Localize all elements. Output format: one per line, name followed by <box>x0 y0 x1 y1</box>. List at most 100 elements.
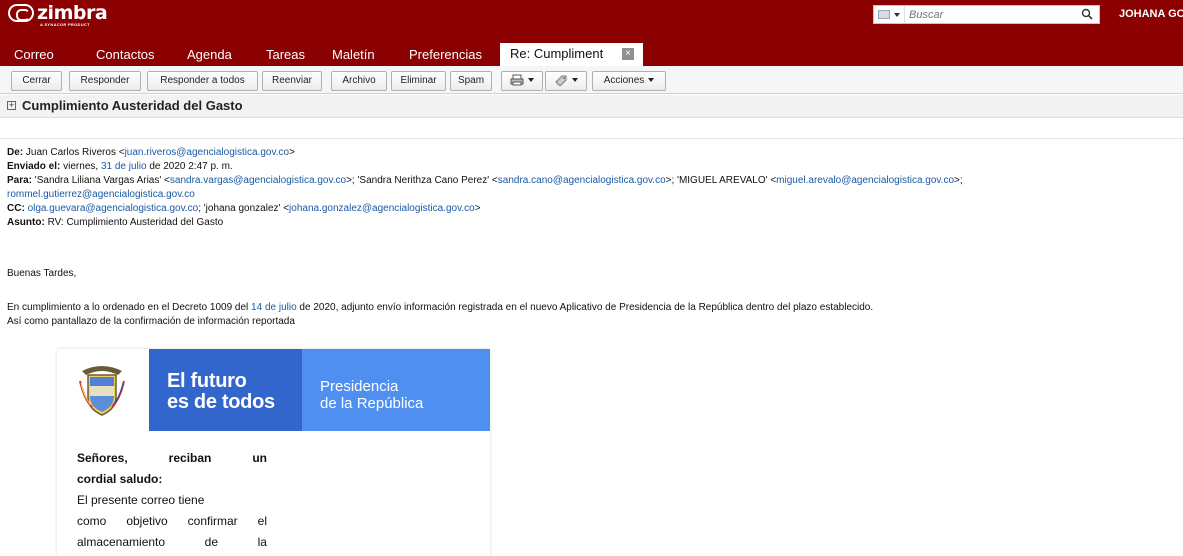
emb-word: de <box>204 535 219 549</box>
to-3-close: >; <box>954 175 963 186</box>
actions-button[interactable]: Acciones <box>592 71 666 91</box>
close-icon[interactable]: × <box>622 48 634 60</box>
emb-word: Señores, <box>77 451 128 465</box>
banner-slogan: El futuro es de todos <box>149 349 302 431</box>
sent-pre: viernes, <box>63 161 99 172</box>
to-1-email-link[interactable]: sandra.vargas@agencialogistica.gov.co <box>170 175 346 186</box>
print-button[interactable] <box>501 71 543 91</box>
emb-word: como <box>77 514 107 528</box>
banner-crest-area <box>57 349 149 431</box>
to-2-email-link[interactable]: sandra.cano@agencialogistica.gov.co <box>498 175 666 186</box>
tab-preferencias[interactable]: Preferencias <box>409 44 482 66</box>
tab-agenda[interactable]: Agenda <box>187 44 232 66</box>
tab-message[interactable]: Re: Cumpliment × <box>500 43 643 66</box>
reply-all-button[interactable]: Responder a todos <box>147 71 258 91</box>
emb-word: reciban <box>168 451 212 465</box>
close-button[interactable]: Cerrar <box>11 71 62 91</box>
emb-word: objetivo <box>126 514 168 528</box>
tag-icon <box>555 75 567 88</box>
chevron-down-icon <box>894 12 900 17</box>
from-email-link[interactable]: juan.riveros@agencialogistica.gov.co <box>125 147 290 158</box>
banner-presidency: Presidencia de la República <box>302 349 490 431</box>
chevron-down-icon <box>648 78 655 83</box>
emb-line-4: como objetivo confirmar el <box>77 511 267 532</box>
user-name[interactable]: JOHANA GO <box>1119 8 1183 20</box>
logo-text: zimbra <box>37 2 108 24</box>
chevron-down-icon <box>572 78 578 83</box>
to-label: Para: <box>7 175 33 186</box>
p1-pre: En cumplimiento a lo ordenado en el Decr… <box>7 302 249 313</box>
body-greeting: Buenas Tardes, <box>7 268 77 279</box>
tag-button[interactable] <box>545 71 587 91</box>
to-1-name: 'Sandra Liliana Vargas Arias' < <box>34 175 170 186</box>
header-to: Para: 'Sandra Liliana Vargas Arias' <san… <box>7 174 963 187</box>
sent-date-link[interactable]: 31 de julio <box>101 161 147 172</box>
slogan-line-1: El futuro <box>167 370 247 392</box>
emb-word: confirmar <box>187 514 238 528</box>
from-name: Juan Carlos Riveros < <box>25 147 125 158</box>
header-to-cont: rommel.gutierrez@agencialogistica.gov.co <box>7 188 195 201</box>
reply-button[interactable]: Responder <box>69 71 141 91</box>
presidency-line-1: Presidencia <box>320 378 399 395</box>
header-from: De: Juan Carlos Riveros <juan.riveros@ag… <box>7 146 295 159</box>
zimbra-logo[interactable]: zimbra A SYNACOR PRODUCT <box>8 2 108 27</box>
logo-subtitle: A SYNACOR PRODUCT <box>40 22 90 27</box>
from-label: De: <box>7 147 24 158</box>
to-2-name: >; 'Sandra Nerithza Cano Perez' < <box>346 175 498 186</box>
search-icon[interactable] <box>1081 8 1093 20</box>
emb-line-2: cordial saludo: <box>77 472 163 486</box>
header-cc: CC: olga.guevara@agencialogistica.gov.co… <box>7 202 481 215</box>
from-close: > <box>289 147 295 158</box>
cc-2-name: ; 'johana gonzalez' < <box>198 203 290 214</box>
chevron-down-icon <box>528 78 534 83</box>
p1-post: de 2020, adjunto envío información regis… <box>299 302 874 313</box>
emb-word: almacenamiento <box>77 535 166 549</box>
body-paragraph-2: Así como pantallazo de la confirmación d… <box>7 316 295 327</box>
delete-button[interactable]: Eliminar <box>391 71 446 91</box>
emb-line-1: Señores, reciban un <box>77 448 267 469</box>
search-input[interactable] <box>905 8 1065 21</box>
presidency-text: Presidencia de la República <box>320 378 423 412</box>
banner-slogan-text: El futuro es de todos <box>167 371 275 413</box>
tab-correo[interactable]: Correo <box>14 44 54 66</box>
spam-button[interactable]: Spam <box>450 71 492 91</box>
header-subject: Asunto: RV: Cumplimiento Austeridad del … <box>7 216 223 229</box>
emb-line-3: El presente correo tiene <box>77 493 205 507</box>
cc-2-email-link[interactable]: johana.gonzalez@agencialogistica.gov.co <box>289 203 475 214</box>
subject-value: RV: Cumplimiento Austeridad del Gasto <box>47 217 224 228</box>
to-3-name: >; 'MIGUEL AREVALO' < <box>665 175 777 186</box>
tab-contactos[interactable]: Contactos <box>96 44 155 66</box>
emb-word: un <box>252 451 267 465</box>
divider <box>0 138 1183 139</box>
sent-post: de 2020 2:47 p. m. <box>149 161 233 172</box>
zimbra-logo-icon <box>8 4 34 22</box>
message-toolbar: Cerrar Responder Responder a todos Reenv… <box>0 66 1183 94</box>
search-box <box>873 5 1100 24</box>
cc-close: > <box>474 203 481 214</box>
embedded-image: El futuro es de todos Presidencia de la … <box>57 349 490 556</box>
subject-label: Asunto: <box>7 217 45 228</box>
colombia-coat-of-arms-icon <box>79 366 125 416</box>
search-type-dropdown[interactable] <box>874 6 905 23</box>
to-4-email-link[interactable]: rommel.gutierrez@agencialogistica.gov.co <box>7 189 195 200</box>
tab-maletin[interactable]: Maletín <box>332 44 375 66</box>
message-subject: Cumplimiento Austeridad del Gasto <box>22 98 243 113</box>
tab-tareas[interactable]: Tareas <box>266 44 305 66</box>
tab-bar-spacer <box>0 28 1183 44</box>
subject-bar: + Cumplimiento Austeridad del Gasto <box>0 95 1183 118</box>
sent-label: Enviado el: <box>7 161 61 172</box>
body-paragraph-1: En cumplimiento a lo ordenado en el Decr… <box>7 302 873 313</box>
expand-icon[interactable]: + <box>7 101 16 110</box>
cc-label: CC: <box>7 203 25 214</box>
emb-word: el <box>257 514 267 528</box>
p1-date-link[interactable]: 14 de julio <box>251 302 297 313</box>
embedded-message: Señores, reciban un cordial saludo: El p… <box>77 448 267 553</box>
cc-1-email-link[interactable]: olga.guevara@agencialogistica.gov.co <box>28 203 199 214</box>
presidency-line-2: de la República <box>320 395 424 412</box>
emb-line-5: almacenamiento de la <box>77 532 267 553</box>
to-3-email-link[interactable]: miguel.arevalo@agencialogistica.gov.co <box>776 175 954 186</box>
archive-button[interactable]: Archivo <box>331 71 387 91</box>
forward-button[interactable]: Reenviar <box>262 71 322 91</box>
emb-word: la <box>257 535 267 549</box>
header-sent: Enviado el: viernes, 31 de julio de 2020… <box>7 160 233 173</box>
